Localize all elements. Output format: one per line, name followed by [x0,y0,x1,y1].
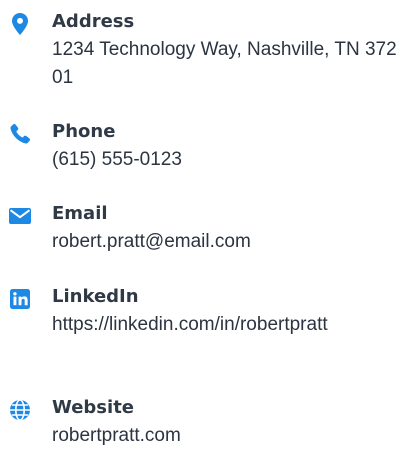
phone-icon [8,122,32,146]
map-pin-icon [8,12,32,36]
email-label: Email [52,203,108,224]
website-label: Website [52,397,135,418]
website-value[interactable]: robertpratt.com [52,422,398,450]
globe-icon [8,398,32,422]
linkedin-value[interactable]: https://linkedin.com/in/robertpratt [52,311,398,339]
linkedin-label: LinkedIn [52,286,139,307]
envelope-icon [8,204,32,228]
address-value: 1234 Technology Way, Nashville, TN 37201 [52,39,397,88]
phone-value: (615) 555-0123 [52,149,182,170]
phone-label: Phone [52,121,116,142]
email-value: robert.pratt@email.com [52,231,251,252]
address-label: Address [52,11,135,32]
linkedin-icon [8,287,32,311]
contact-info-list: Address 1234 Technology Way, Nashville, … [0,0,406,451]
